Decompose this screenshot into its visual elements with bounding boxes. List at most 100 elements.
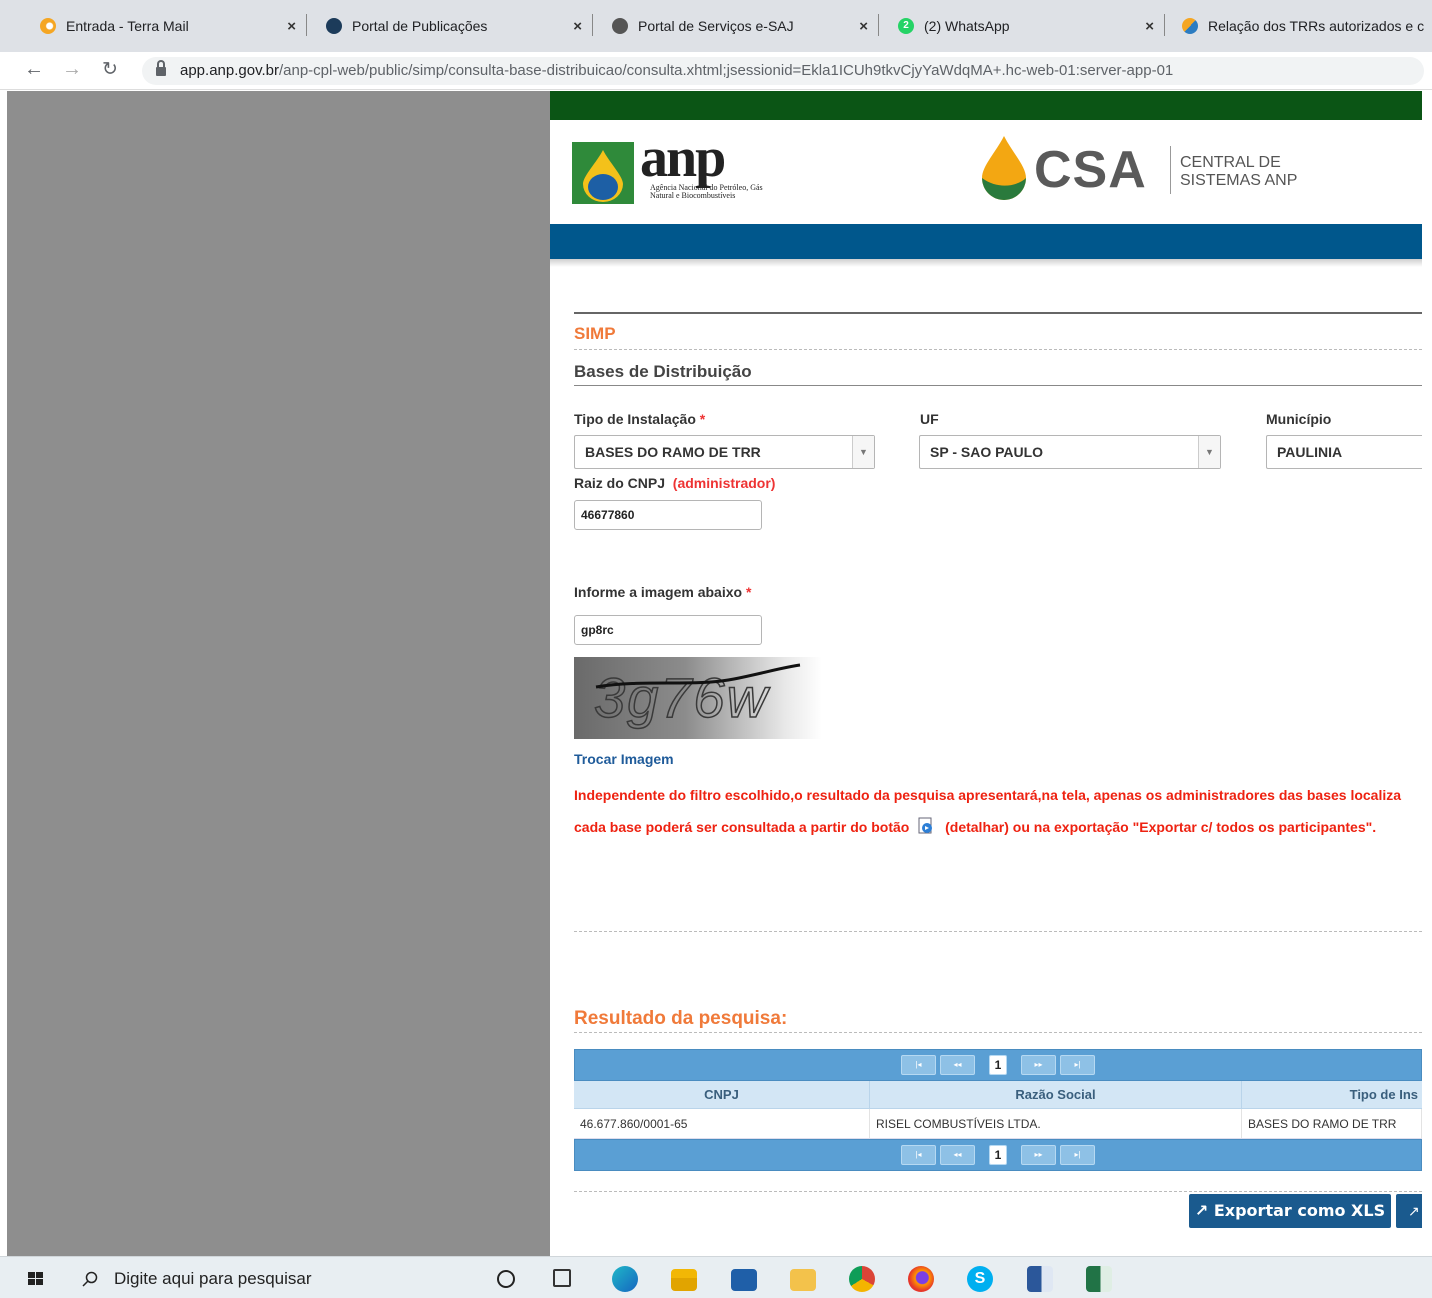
search-placeholder: Digite aqui para pesquisar xyxy=(114,1269,312,1288)
task-view-icon[interactable] xyxy=(553,1269,571,1287)
mail-icon[interactable] xyxy=(731,1269,757,1291)
first-page-button[interactable]: |◂ xyxy=(901,1145,936,1165)
dashed-divider xyxy=(574,1032,1422,1033)
close-tab-icon[interactable]: × xyxy=(573,18,582,35)
chrome-icon[interactable] xyxy=(849,1266,875,1292)
tipo-instalacao-select[interactable]: BASES DO RAMO DE TRR ▼ xyxy=(574,435,875,469)
windows-start-icon[interactable] xyxy=(28,1272,44,1286)
last-page-button[interactable]: ▸| xyxy=(1060,1055,1095,1075)
tab-esaj[interactable]: Portal de Serviços e-SAJ × xyxy=(602,8,878,44)
tab-label: Portal de Serviços e-SAJ xyxy=(638,18,794,34)
dashed-divider xyxy=(574,349,1422,350)
windows-taskbar: Digite aqui para pesquisar S xyxy=(0,1256,1432,1298)
anp-logo-square xyxy=(572,142,634,204)
uf-select[interactable]: SP - SAO PAULO ▼ xyxy=(919,435,1221,469)
municipio-label: Município xyxy=(1266,411,1332,427)
first-page-button[interactable]: |◂ xyxy=(901,1055,936,1075)
next-page-button[interactable]: ▸▸ xyxy=(1021,1055,1056,1075)
section-top-rule xyxy=(574,312,1422,314)
prev-page-button[interactable]: ◂◂ xyxy=(940,1055,975,1075)
dashed-divider xyxy=(574,931,1422,932)
word-icon[interactable] xyxy=(1027,1266,1053,1292)
nav-bar-shadow xyxy=(550,259,1422,267)
column-header-tipo[interactable]: Tipo de Ins xyxy=(1242,1081,1422,1108)
cnpj-input[interactable]: 46677860 xyxy=(574,500,762,530)
tab-separator xyxy=(1164,14,1165,36)
taskbar-search[interactable]: Digite aqui para pesquisar xyxy=(70,1257,480,1298)
anp-wordmark: anp xyxy=(640,127,726,189)
cnpj-label: Raiz do CNPJ (administrador) xyxy=(574,475,775,491)
uf-value: SP - SAO PAULO xyxy=(930,444,1044,460)
portal-icon xyxy=(326,18,342,34)
close-tab-icon[interactable]: × xyxy=(859,18,868,35)
municipio-select[interactable]: PAULINIA xyxy=(1266,435,1422,469)
close-tab-icon[interactable]: × xyxy=(287,18,296,35)
column-header-cnpj[interactable]: CNPJ xyxy=(574,1081,870,1108)
close-tab-icon[interactable]: × xyxy=(1145,18,1154,35)
url-path: /anp-cpl-web/public/simp/consulta-base-d… xyxy=(278,62,1174,79)
edge-icon[interactable] xyxy=(612,1266,638,1292)
title-rule xyxy=(574,385,1422,386)
url-input[interactable]: app.anp.gov.br/anp-cpl-web/public/simp/c… xyxy=(142,57,1424,85)
column-header-razao-social[interactable]: Razão Social xyxy=(870,1081,1242,1108)
export-xls-button[interactable]: ↗ Exportar como XLS xyxy=(1189,1194,1391,1228)
next-page-button[interactable]: ▸▸ xyxy=(1021,1145,1056,1165)
notice-line-2: cada base poderá ser consultada a partir… xyxy=(574,817,1376,835)
tab-relacao-trrs[interactable]: Relação dos TRRs autorizados e c xyxy=(1172,8,1432,44)
table-row[interactable]: 46.677.860/0001-65 RISEL COMBUSTÍVEIS LT… xyxy=(574,1109,1422,1139)
current-page-button[interactable]: 1 xyxy=(989,1145,1007,1165)
tab-portal-publicacoes[interactable]: Portal de Publicações × xyxy=(316,8,592,44)
search-icon xyxy=(82,1271,98,1287)
tab-separator xyxy=(878,14,879,36)
skype-icon[interactable]: S xyxy=(967,1266,993,1292)
file-explorer-icon[interactable] xyxy=(671,1269,697,1291)
csa-wordmark: CSA xyxy=(1034,141,1147,199)
page-content: anp Agência Nacional do Petróleo, Gás Na… xyxy=(550,91,1422,1256)
tab-separator xyxy=(592,14,593,36)
right-edge xyxy=(1422,91,1432,1256)
cnpj-admin-note: (administrador) xyxy=(672,475,776,491)
captcha-label: Informe a imagem abaixo * xyxy=(574,584,751,600)
url-host: app.anp.gov.br xyxy=(180,62,279,79)
browser-tab-bar: Entrada - Terra Mail × Portal de Publica… xyxy=(0,0,1432,52)
current-page-button[interactable]: 1 xyxy=(989,1055,1007,1075)
tipo-instalacao-value: BASES DO RAMO DE TRR xyxy=(585,444,761,460)
top-green-bar xyxy=(550,91,1422,120)
captcha-label-text: Informe a imagem abaixo xyxy=(574,584,743,600)
header-logos: anp Agência Nacional do Petróleo, Gás Na… xyxy=(550,120,1422,224)
cell-cnpj: 46.677.860/0001-65 xyxy=(574,1109,870,1138)
cortana-icon[interactable] xyxy=(497,1270,515,1288)
anp-tab-icon xyxy=(1182,18,1198,34)
firefox-icon[interactable] xyxy=(908,1266,934,1292)
export-all-button[interactable]: ↗ xyxy=(1396,1194,1422,1228)
last-page-button[interactable]: ▸| xyxy=(1060,1145,1095,1165)
address-bar-row: ← → ↻ app.anp.gov.br/anp-cpl-web/public/… xyxy=(0,52,1432,90)
back-icon[interactable]: ← xyxy=(24,58,44,81)
lock-icon xyxy=(156,60,166,76)
excel-icon[interactable] xyxy=(1086,1266,1112,1292)
captcha-input[interactable]: gp8rc xyxy=(574,615,762,645)
trocar-imagem-link[interactable]: Trocar Imagem xyxy=(574,751,674,767)
results-title: Resultado da pesquisa: xyxy=(574,1008,788,1029)
anp-logo[interactable]: anp Agência Nacional do Petróleo, Gás Na… xyxy=(572,127,763,208)
results-table: |◂ ◂◂ 1 ▸▸ ▸| CNPJ Razão Social Tipo de … xyxy=(574,1049,1422,1171)
chevron-down-icon[interactable]: ▼ xyxy=(852,436,874,468)
anp-subtitle: Agência Nacional do Petróleo, Gás Natura… xyxy=(650,183,763,200)
photos-icon[interactable] xyxy=(790,1269,816,1291)
tab-label: Relação dos TRRs autorizados e c xyxy=(1208,18,1425,34)
reload-icon[interactable]: ↻ xyxy=(102,58,118,81)
page-title: Bases de Distribuição xyxy=(574,362,752,381)
table-header: CNPJ Razão Social Tipo de Ins xyxy=(574,1081,1422,1109)
tab-terra-mail[interactable]: Entrada - Terra Mail × xyxy=(30,8,306,44)
prev-page-button[interactable]: ◂◂ xyxy=(940,1145,975,1165)
uf-label: UF xyxy=(920,411,939,427)
cell-razao-social: RISEL COMBUSTÍVEIS LTDA. xyxy=(870,1109,1242,1138)
csa-logo[interactable]: CSA CENTRAL DE SISTEMAS ANP xyxy=(982,136,1302,206)
tab-whatsapp[interactable]: 2 (2) WhatsApp × xyxy=(888,8,1164,44)
notice-line-1: Independente do filtro escolhido,o resul… xyxy=(574,787,1402,803)
tab-label: Entrada - Terra Mail xyxy=(66,18,189,34)
chevron-down-icon[interactable]: ▼ xyxy=(1198,436,1220,468)
section-title: SIMP xyxy=(574,324,616,343)
csa-subtitle: CENTRAL DE SISTEMAS ANP xyxy=(1180,154,1297,190)
forward-icon[interactable]: → xyxy=(62,58,82,81)
